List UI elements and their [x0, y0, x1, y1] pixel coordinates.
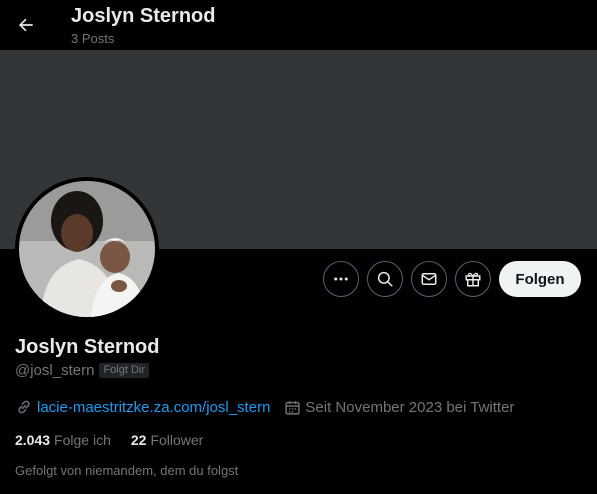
- gift-icon: [465, 272, 481, 287]
- arrow-left-icon: [18, 18, 33, 32]
- following-link[interactable]: 2.043 Folge ich: [15, 432, 111, 448]
- handle-row: @josl_stern Folgt Dir: [15, 362, 149, 379]
- followers-label: Follower: [150, 432, 204, 448]
- more-icon: [334, 277, 348, 281]
- page-title: Joslyn Sternod: [71, 5, 216, 27]
- back-button[interactable]: [10, 9, 42, 41]
- following-label: Folge ich: [54, 432, 111, 448]
- joined-date: Seit November 2023 bei Twitter: [305, 398, 515, 416]
- top-bar: Joslyn Sternod 3 Posts: [0, 0, 597, 50]
- link-icon: [18, 400, 30, 414]
- search-icon: [377, 271, 393, 287]
- followers-link[interactable]: 22 Follower: [131, 432, 203, 448]
- gift-button[interactable]: [455, 261, 491, 297]
- follows-you-badge: Folgt Dir: [99, 363, 149, 378]
- profile-website-link[interactable]: lacie-maestritzke.za.com/josl_stern: [37, 399, 270, 416]
- profile-handle: @josl_stern: [15, 362, 95, 379]
- profile-name: Joslyn Sternod: [15, 336, 160, 358]
- message-button[interactable]: [411, 261, 447, 297]
- posts-count: 3 Posts: [71, 31, 115, 46]
- follow-stats: 2.043 Folge ich 22 Follower: [15, 432, 223, 448]
- avatar[interactable]: [15, 177, 159, 321]
- follow-button[interactable]: Folgen: [499, 261, 581, 297]
- search-posts-button[interactable]: [367, 261, 403, 297]
- calendar-icon: [284, 399, 301, 416]
- more-options-button[interactable]: [323, 261, 359, 297]
- following-count: 2.043: [15, 432, 51, 448]
- mail-icon: [421, 273, 437, 285]
- profile-meta: lacie-maestritzke.za.com/josl_stern Seit…: [15, 398, 514, 416]
- followers-count: 22: [130, 432, 147, 448]
- avatar-image: [19, 181, 155, 317]
- followed-by-text: Gefolgt von niemandem, dem du folgst: [15, 463, 239, 478]
- header-title-block: Joslyn Sternod 3 Posts: [71, 4, 215, 48]
